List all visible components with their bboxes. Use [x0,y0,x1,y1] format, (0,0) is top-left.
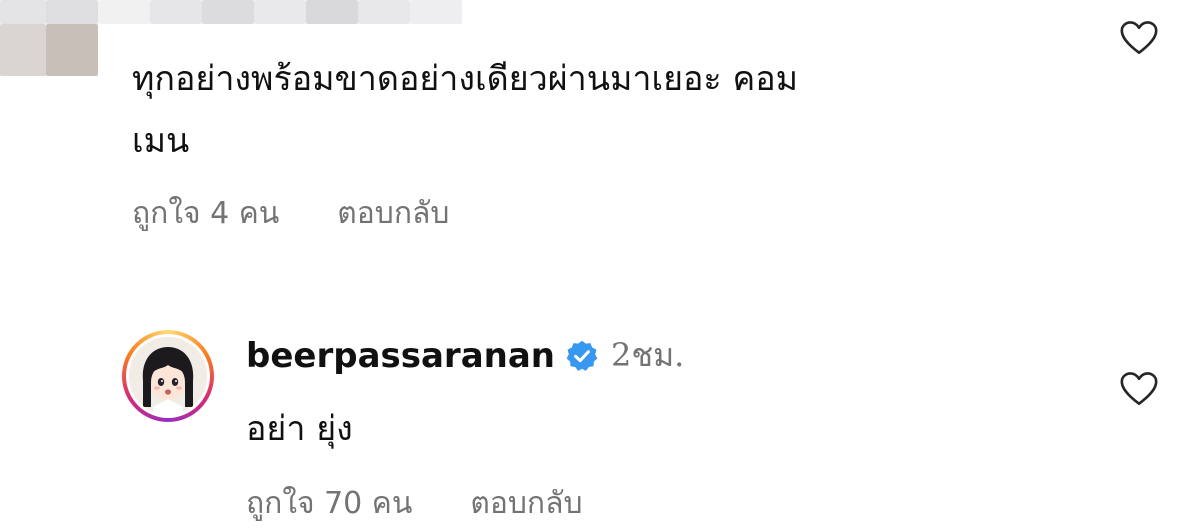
blur-tile [410,0,462,24]
avatar-border [126,334,210,418]
comment-1-line-2: เมน [132,121,190,161]
comment-2-reply-button[interactable]: ตอบกลับ [470,480,582,527]
heart-outline-icon[interactable] [1119,371,1159,407]
avatar-illustration [129,337,207,415]
comment-2-username[interactable]: beerpassaranan [246,336,555,376]
comment-2-text: อย่า ยุ่ง [246,409,353,449]
comment-1-line-1: ทุกอย่างพร้อมขาดอย่างเดียวผ่านมาเยอะ คอม [132,59,799,99]
comment-1-meta: ถูกใจ 4 คน ตอบกลับ [132,190,449,237]
blur-tile [46,24,98,76]
blur-tile [0,24,46,76]
verified-badge-icon [566,340,598,371]
blur-tile [202,0,254,24]
comment-1-reply-button[interactable]: ตอบกลับ [337,190,449,237]
blur-tile [358,0,410,24]
blur-tile [0,0,46,24]
blur-tile [254,0,306,24]
avatar-image [129,337,207,415]
blur-tile [150,0,202,24]
comment-2-timestamp: 2ชม. [611,336,685,374]
blur-tile [46,0,98,24]
comment-1-likes[interactable]: ถูกใจ 4 คน [132,190,279,237]
comment-2-header: beerpassaranan 2ชม. [246,330,684,381]
comment-1-text: ทุกอย่างพร้อมขาดอย่างเดียวผ่านมาเยอะ คอม… [132,48,1092,172]
comment-2-meta: ถูกใจ 70 คน ตอบกลับ [246,480,583,527]
blur-tile [98,0,150,24]
comment-2-likes[interactable]: ถูกใจ 70 คน [246,480,412,527]
blur-tile [306,0,358,24]
avatar[interactable] [122,330,214,422]
heart-outline-icon[interactable] [1119,20,1159,56]
